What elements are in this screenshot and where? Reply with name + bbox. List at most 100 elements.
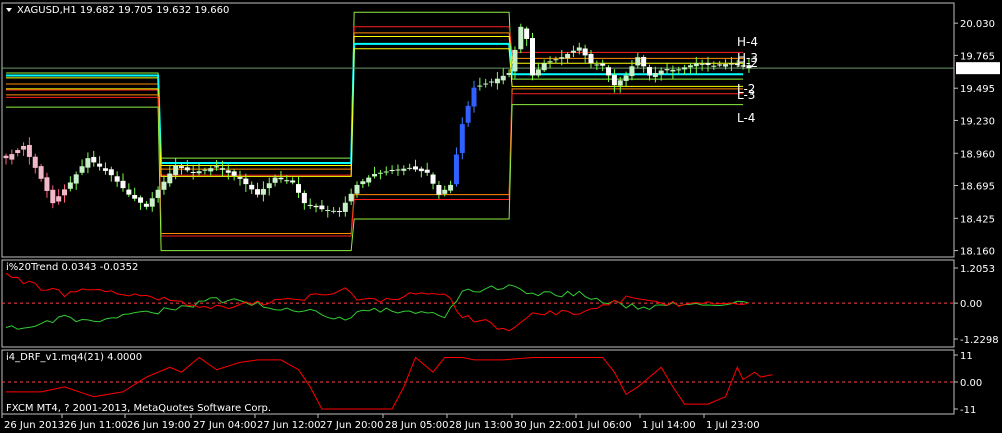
candle-body	[143, 203, 149, 207]
x-axis-label: 1 Jul 14:00	[642, 420, 696, 431]
candle-body	[237, 177, 243, 179]
candle-body	[79, 166, 85, 173]
candle-body	[208, 168, 214, 172]
x-axis-label: 1 Jul 06:00	[578, 420, 632, 431]
candle-body	[728, 63, 734, 65]
candle-body	[360, 181, 366, 185]
x-axis-label: 27 Jun 04:00	[193, 420, 257, 431]
trend-tick-label: -1.2298	[960, 335, 999, 346]
x-axis-label: 26 Jun 11:00	[64, 420, 128, 431]
chart-canvas: H-4H-3H-2L-2L-3L-420.03019.76519.49519.2…	[1, 2, 1000, 431]
candle-body	[284, 180, 290, 182]
candle-body	[307, 204, 313, 206]
chart-window: H-4 H-3 H-2 L-2 L-3 L-4 20.030 19.765 19.495 19.2…	[0, 0, 1002, 433]
candle-body	[179, 166, 184, 168]
triangle-down-icon[interactable]	[6, 8, 12, 12]
candle-body	[38, 166, 44, 179]
trend-series-0	[5, 284, 750, 330]
candle-body	[407, 167, 413, 169]
candle-body	[629, 66, 635, 77]
drf-series-0	[6, 356, 773, 410]
candle-body	[383, 171, 389, 173]
candle-body	[418, 168, 424, 172]
x-axis-label: 26 Jun 2013	[4, 420, 64, 431]
price-tick-label: 19.495	[960, 84, 995, 95]
candle-body	[547, 61, 553, 63]
candle-body	[483, 83, 489, 85]
level-line-red_bottom	[6, 93, 744, 237]
x-axis-label: 26 Jun 19:00	[127, 420, 191, 431]
candle-body	[465, 105, 471, 123]
candle-body	[149, 198, 155, 207]
candle-body	[255, 189, 261, 195]
candle-body	[723, 64, 729, 67]
candle-body	[225, 170, 231, 173]
candle-body	[512, 49, 518, 72]
candle-body	[243, 178, 249, 185]
x-axis-label: 1 Jul 23:00	[706, 420, 760, 431]
trend-tick-label: 1.2053	[960, 264, 995, 275]
candle-body	[319, 205, 325, 210]
candle-body	[448, 184, 454, 191]
price-tick-label: 19.765	[960, 51, 995, 62]
candle-body	[600, 63, 606, 66]
candle-body	[336, 211, 342, 213]
symbol-header: XAGUSD,H1 19.682 19.705 19.632 19.660	[17, 5, 229, 16]
candle-body	[301, 192, 307, 204]
candle-body	[553, 59, 559, 61]
candle-body	[459, 124, 465, 154]
x-axis-label: 27 Jun 12:00	[257, 420, 321, 431]
candle-body	[676, 69, 682, 71]
current-price-label: 19.660	[960, 64, 995, 75]
candle-body	[588, 53, 594, 64]
candle-body	[155, 189, 161, 198]
candle-body	[670, 69, 676, 72]
candle-body	[331, 210, 337, 212]
candle-body	[266, 183, 272, 189]
candle-body	[570, 50, 576, 53]
candle-body	[652, 73, 658, 77]
trend-series-1	[5, 272, 750, 332]
candle-body	[623, 75, 629, 81]
price-tick-label: 19.230	[960, 116, 995, 127]
candle-body	[132, 195, 138, 199]
candle-body	[489, 81, 495, 83]
candle-body	[219, 168, 225, 170]
candle-body	[15, 150, 21, 153]
candle-body	[296, 184, 301, 193]
candle-body	[114, 176, 120, 182]
candle-body	[91, 156, 97, 163]
candle-body	[530, 38, 535, 76]
candle-body	[565, 53, 571, 59]
candle-body	[377, 172, 383, 174]
candle-body	[664, 69, 670, 71]
drf-tick-label: 0.00	[960, 378, 982, 389]
level-line-yellow_top	[6, 36, 744, 166]
level-label-l-3: L-3	[737, 88, 755, 102]
candle-body	[717, 64, 723, 66]
level-line-orange_bottom	[6, 88, 744, 235]
candle-body	[436, 184, 442, 195]
candle-body	[395, 169, 401, 171]
candle-body	[693, 63, 699, 67]
candle-body	[471, 87, 477, 107]
candle-body	[506, 73, 512, 75]
candle-body	[3, 155, 9, 159]
price-tick-label: 18.160	[960, 247, 995, 258]
candle-body	[173, 165, 179, 176]
x-axis-label: 30 Jun 22:00	[514, 420, 578, 431]
candle-body	[372, 173, 378, 177]
candle-body	[413, 166, 418, 170]
level-label-h-2: H-2	[737, 56, 758, 70]
footer-copyright: FXCM MT4, ? 2001-2013, MetaQuotes Softwa…	[6, 403, 271, 414]
candle-body	[278, 177, 284, 180]
candle-body	[167, 173, 173, 184]
drf-tick-label: -11	[960, 405, 976, 416]
x-axis-label: 28 Jun 05:00	[385, 420, 449, 431]
candle-body	[290, 180, 296, 183]
candle-body	[647, 67, 652, 76]
candle-body	[641, 57, 647, 67]
candle-body	[21, 145, 27, 150]
price-tick-label: 18.425	[960, 214, 995, 225]
level-label-l-4: L-4	[737, 111, 755, 125]
